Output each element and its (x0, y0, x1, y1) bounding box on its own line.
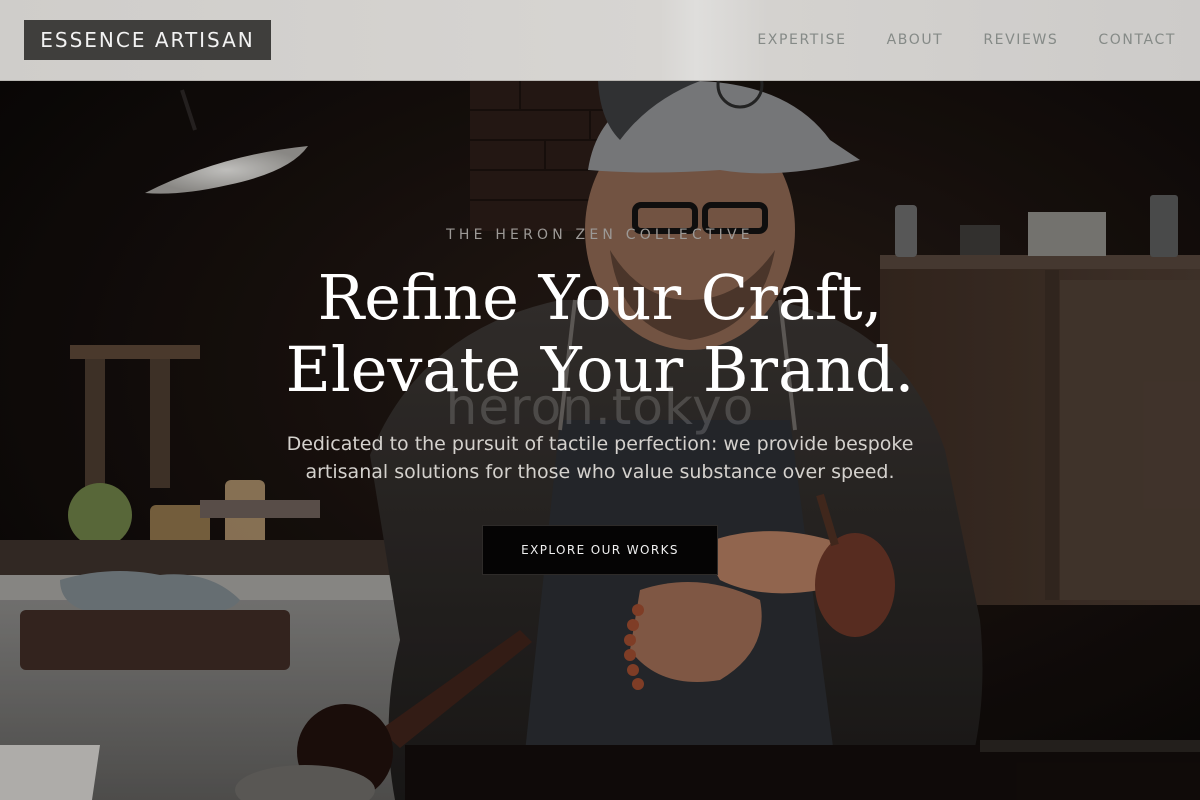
hero-eyebrow: THE HERON ZEN COLLECTIVE (446, 227, 754, 243)
nav-link-expertise[interactable]: EXPERTISE (757, 30, 846, 50)
site-header: ESSENCE ARTISAN EXPERTISE ABOUT REVIEWS … (0, 0, 1200, 81)
nav-link-contact[interactable]: CONTACT (1098, 30, 1176, 50)
nav-link-about[interactable]: ABOUT (887, 30, 944, 50)
hero-subtext: Dedicated to the pursuit of tactile perf… (286, 433, 914, 483)
explore-works-button[interactable]: EXPLORE OUR WORKS (482, 525, 718, 575)
logo[interactable]: ESSENCE ARTISAN (24, 20, 271, 60)
hero-headline-line1: Refine Your Craft, (317, 261, 883, 334)
hero-content: THE HERON ZEN COLLECTIVE Refine Your Cra… (0, 0, 1200, 800)
watermark-text: heron.tokyo (445, 378, 755, 436)
main-nav: EXPERTISE ABOUT REVIEWS CONTACT (717, 30, 1176, 50)
nav-link-reviews[interactable]: REVIEWS (983, 30, 1058, 50)
